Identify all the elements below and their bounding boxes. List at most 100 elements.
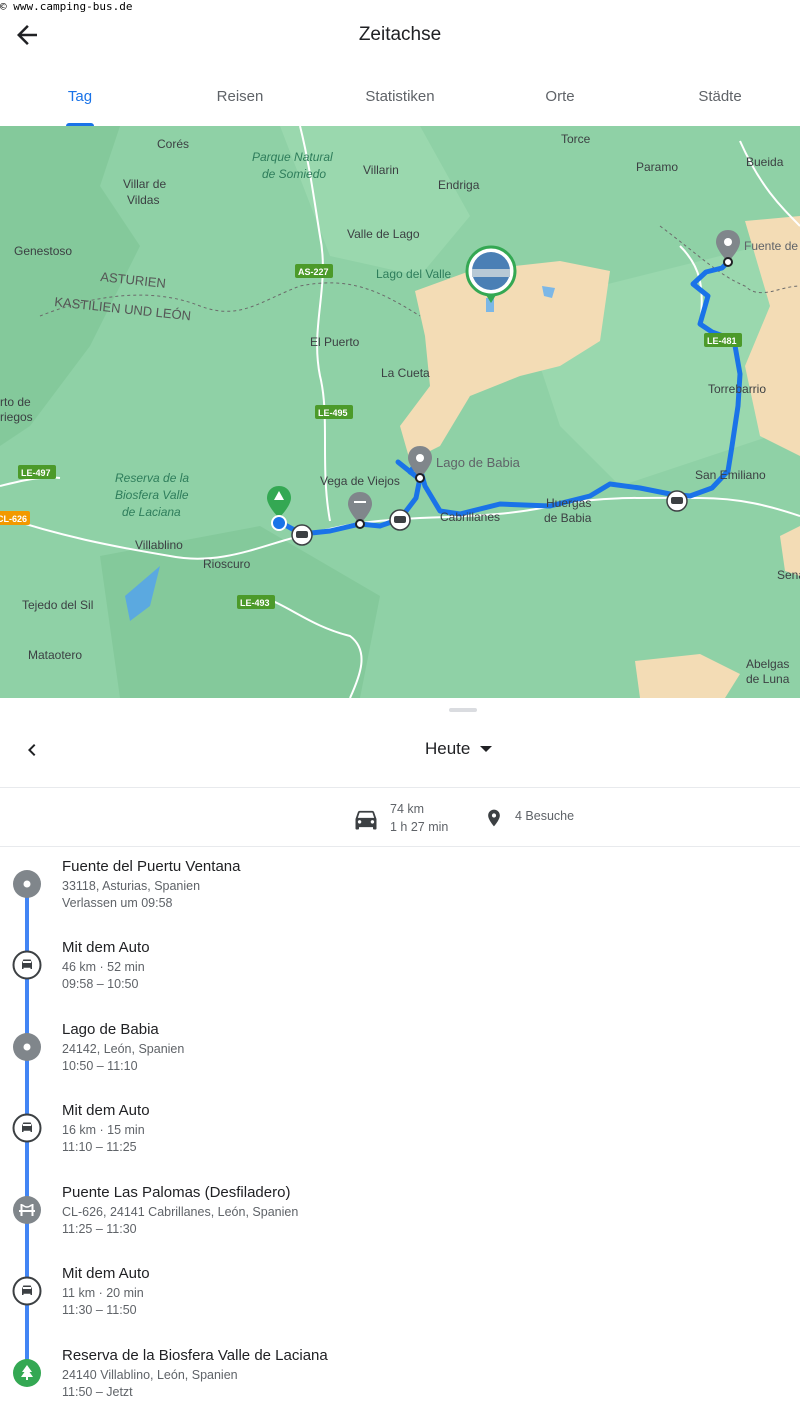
road-number: LE-495 <box>318 408 348 418</box>
dropdown-caret-icon[interactable] <box>480 746 492 752</box>
timeline-title: Reserva de la Biosfera Valle de Laciana <box>62 1347 328 1364</box>
place-label: de Somiedo <box>262 167 326 181</box>
timeline-drive[interactable]: Mit dem Auto 46 km · 52 min 09:58 – 10:5… <box>0 929 800 1010</box>
timeline-address: 33118, Asturias, Spanien <box>62 879 201 893</box>
place-label: riegos <box>0 410 33 424</box>
timeline-title: Lago de Babia <box>62 1021 159 1038</box>
place-dot-icon <box>13 1033 41 1061</box>
timeline-address: 24140 Villablino, León, Spanien <box>62 1368 238 1382</box>
place-label: Villar de <box>123 177 166 191</box>
car-icon <box>12 1113 42 1143</box>
timeline-drive[interactable]: Mit dem Auto 16 km · 15 min 11:10 – 11:2… <box>0 1092 800 1173</box>
timeline-time: Verlassen um 09:58 <box>62 896 173 910</box>
place-label: rto de <box>0 395 31 409</box>
timeline-time: 10:50 – 11:10 <box>62 1059 138 1073</box>
tab-bar: Tag Reisen Statistiken Orte Städte <box>0 72 800 126</box>
place-label: Huergas <box>546 496 591 510</box>
place-label: de Babia <box>544 511 592 525</box>
place-label: El Puerto <box>310 335 360 349</box>
place-label: Rioscuro <box>203 557 251 571</box>
car-icon <box>12 1276 42 1306</box>
tab-orte[interactable]: Orte <box>480 72 640 126</box>
timeline-distance: 11 km · 20 min <box>62 1286 144 1300</box>
timeline-address: CL-626, 24141 Cabrillanes, León, Spanien <box>62 1205 299 1219</box>
road-number: LE-493 <box>240 598 270 608</box>
place-label: Cabrillanes <box>440 510 500 524</box>
timeline-address: 24142, León, Spanien <box>62 1042 185 1056</box>
visit-count: 4 Besuche <box>515 809 575 823</box>
day-label[interactable]: Heute <box>425 739 470 759</box>
tree-icon <box>13 1359 41 1387</box>
day-summary: 74 km 1 h 27 min 4 Besuche <box>0 789 800 847</box>
car-icon <box>355 810 377 830</box>
place-label: Abelgas <box>746 657 789 671</box>
place-label: Lago de Babia <box>436 455 521 470</box>
tab-tag[interactable]: Tag <box>0 72 160 126</box>
total-distance: 74 km <box>390 802 425 816</box>
road-number: CL-626 <box>0 514 27 524</box>
place-dot-icon <box>13 870 41 898</box>
timeline-time: 11:10 – 11:25 <box>62 1140 137 1154</box>
place-label: Torrebarrio <box>708 382 766 396</box>
timeline-title: Mit dem Auto <box>62 1102 150 1119</box>
place-label: Vega de Viejos <box>320 474 400 488</box>
timeline-drive[interactable]: Mit dem Auto 11 km · 20 min 11:30 – 11:5… <box>0 1255 800 1336</box>
place-label: Valle de Lago <box>347 227 420 241</box>
place-label: Paramo <box>636 160 678 174</box>
place-label: Mataotero <box>28 648 82 662</box>
place-label: Tejedo del Sil <box>22 598 93 612</box>
timeline-title: Puente Las Palomas (Desfiladero) <box>62 1184 291 1201</box>
place-label: de Luna <box>746 672 790 686</box>
place-label: Lago del Valle <box>376 267 451 281</box>
place-label: Vildas <box>127 193 159 207</box>
place-label: Fuente de <box>744 239 798 253</box>
sheet-drag-handle[interactable] <box>449 708 477 712</box>
place-label: Corés <box>157 137 189 151</box>
road-number: AS-227 <box>298 267 329 277</box>
car-icon <box>666 490 688 512</box>
timeline-distance: 46 km · 52 min <box>62 960 145 974</box>
timeline-title: Mit dem Auto <box>62 1265 150 1282</box>
place-label: San Emiliano <box>695 468 766 482</box>
car-icon <box>12 950 42 980</box>
tab-staedte[interactable]: Städte <box>640 72 800 126</box>
timeline-place[interactable]: Fuente del Puertu Ventana 33118, Asturia… <box>0 848 800 929</box>
timeline-title: Fuente del Puertu Ventana <box>62 858 241 875</box>
place-label: Reserva de la <box>115 471 189 485</box>
timeline-time: 11:25 – 11:30 <box>62 1222 137 1236</box>
timeline-distance: 16 km · 15 min <box>62 1123 145 1137</box>
bridge-icon <box>13 1196 41 1224</box>
map-view[interactable]: Corés Parque Natural de Somiedo Villarin… <box>0 126 800 698</box>
place-label: Sena <box>777 568 800 582</box>
day-selector: Heute <box>0 722 800 788</box>
road-number: LE-481 <box>707 336 737 346</box>
place-label: Villablino <box>135 538 183 552</box>
page-title: Zeitachse <box>358 24 442 45</box>
timeline-place[interactable]: Puente Las Palomas (Desfiladero) CL-626,… <box>0 1174 800 1255</box>
timeline-place[interactable]: Lago de Babia 24142, León, Spanien 10:50… <box>0 1011 800 1092</box>
timeline-place[interactable]: Reserva de la Biosfera Valle de Laciana … <box>0 1337 800 1418</box>
car-icon <box>291 524 313 546</box>
car-icon <box>389 509 411 531</box>
place-label: Endriga <box>438 178 480 192</box>
location-pin-icon <box>488 809 500 827</box>
watermark: © www.camping-bus.de <box>0 0 133 13</box>
place-label: Genestoso <box>14 244 72 258</box>
timeline-time: 09:58 – 10:50 <box>62 977 139 991</box>
place-label: de Laciana <box>122 505 181 519</box>
place-label: Biosfera Valle <box>115 488 189 502</box>
tab-reisen[interactable]: Reisen <box>160 72 320 126</box>
timeline-list: Fuente del Puertu Ventana 33118, Asturia… <box>0 848 800 1422</box>
total-duration: 1 h 27 min <box>390 820 449 834</box>
place-label: Torce <box>561 132 591 146</box>
road-number: LE-497 <box>21 468 51 478</box>
tab-statistiken[interactable]: Statistiken <box>320 72 480 126</box>
place-label: Bueida <box>746 155 784 169</box>
summary-distance: 74 km 1 h 27 min <box>390 800 448 836</box>
place-label: La Cueta <box>381 366 430 380</box>
place-label: Parque Natural <box>252 150 333 164</box>
timeline-time: 11:30 – 11:50 <box>62 1303 137 1317</box>
chevron-left-icon[interactable] <box>20 738 44 762</box>
place-label: Villarin <box>363 163 399 177</box>
timeline-title: Mit dem Auto <box>62 939 150 956</box>
